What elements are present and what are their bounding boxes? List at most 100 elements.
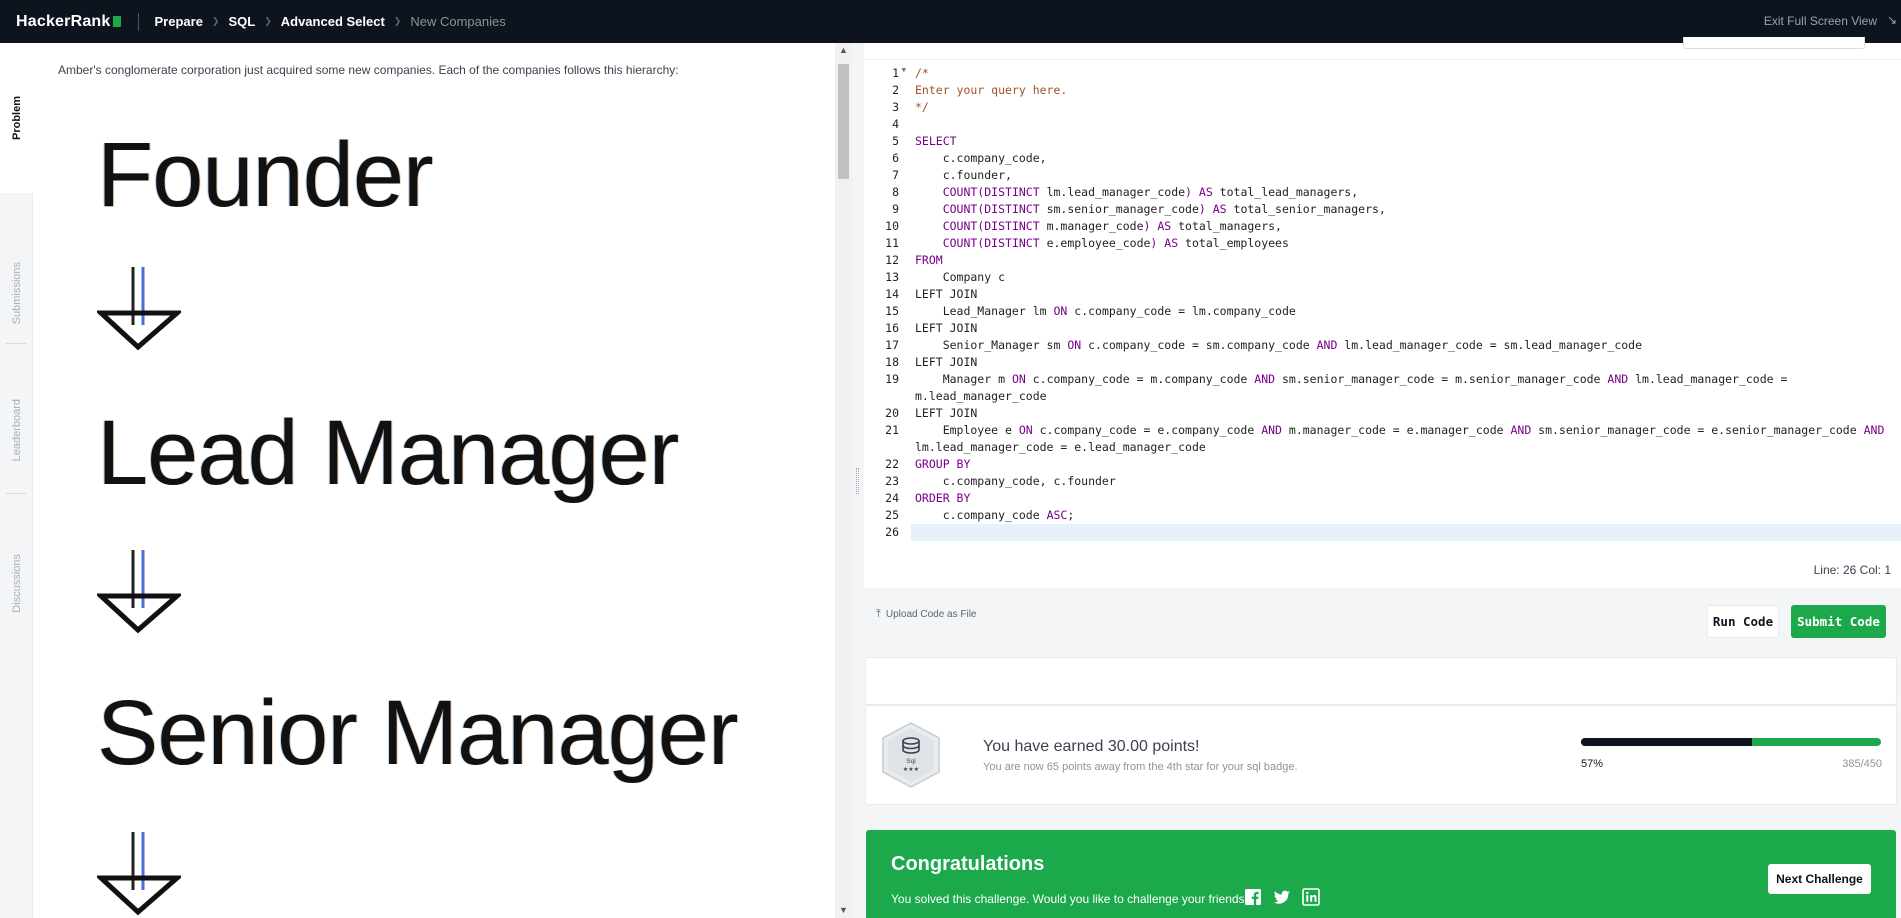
badge-label: Sql bbox=[906, 758, 916, 765]
code-line: LEFT JOIN bbox=[915, 406, 978, 420]
exit-full-screen-link[interactable]: Exit Full Screen View bbox=[1764, 14, 1877, 28]
code-line: Senior_Manager sm ON c.company_code = sm… bbox=[915, 338, 1643, 352]
code-line: Lead_Manager lm ON c.company_code = lm.c… bbox=[915, 304, 1296, 318]
result-header-card bbox=[865, 657, 1897, 705]
code-line: LEFT JOIN bbox=[915, 287, 978, 301]
linkedin-icon[interactable] bbox=[1302, 888, 1320, 906]
line-number: 26 bbox=[885, 525, 899, 539]
scroll-down-icon[interactable]: ▼ bbox=[839, 905, 848, 915]
line-number: 15 bbox=[885, 304, 899, 318]
code-line: COUNT(DISTINCT sm.senior_manager_code) A… bbox=[942, 202, 1386, 216]
facebook-icon[interactable] bbox=[1244, 888, 1262, 906]
down-arrow-icon bbox=[97, 832, 181, 916]
code-editor[interactable]: 1 ▼ 2 3 4 5 6 7 8 9 10 11 12 13 14 15 16 17 18 19 20 21 22 23 24… bbox=[864, 37, 1901, 588]
drag-handle-icon[interactable] bbox=[856, 468, 859, 494]
tab-problem[interactable]: Problem bbox=[0, 43, 33, 193]
line-number: 20 bbox=[885, 406, 899, 420]
hackerrank-logo[interactable]: HackerRank bbox=[16, 13, 121, 31]
problem-intro: Amber's conglomerate corporation just ac… bbox=[58, 63, 679, 77]
collapse-icon[interactable]: ↘ bbox=[1887, 13, 1897, 27]
scroll-up-icon[interactable]: ▲ bbox=[839, 45, 848, 55]
badge-progress-bar bbox=[1581, 738, 1881, 746]
code-line: LEFT JOIN bbox=[915, 355, 978, 369]
code-line: c.founder, bbox=[915, 168, 1012, 182]
line-number: 19 bbox=[885, 372, 899, 386]
tab-discussions[interactable]: Discussions bbox=[0, 513, 33, 653]
progress-percent: 57% bbox=[1581, 758, 1604, 770]
line-number: 22 bbox=[885, 457, 899, 471]
editor-action-bar: ⤒ Upload Code as File Run Code Submit Co… bbox=[864, 588, 1901, 658]
points-card: Sql ★★★ You have earned 30.00 points! Yo… bbox=[865, 705, 1897, 805]
chevron-right-icon: ❯ bbox=[264, 16, 272, 26]
tab-leaderboard[interactable]: Leaderboard bbox=[0, 363, 33, 498]
code-line: Employee e ON c.company_code = e.company… bbox=[915, 423, 1885, 437]
editor-toolbar bbox=[864, 37, 1901, 60]
line-number: 21 bbox=[885, 423, 899, 437]
language-select[interactable] bbox=[1683, 37, 1865, 49]
progress-score: 385/450 bbox=[1842, 758, 1882, 770]
breadcrumb-sql[interactable]: SQL bbox=[228, 14, 255, 29]
line-number: 16 bbox=[885, 321, 899, 335]
code-line: c.company_code ASC; bbox=[915, 508, 1075, 522]
code-line: Company c bbox=[915, 270, 1006, 284]
svg-text:★★★: ★★★ bbox=[903, 766, 919, 773]
down-arrow-icon bbox=[97, 267, 181, 351]
code-line: LEFT JOIN bbox=[915, 321, 978, 335]
code-line: COUNT(DISTINCT m.manager_code) AS total_… bbox=[942, 219, 1282, 233]
breadcrumb: Prepare ❯ SQL ❯ Advanced Select ❯ New Co… bbox=[155, 14, 506, 29]
down-arrow-icon bbox=[97, 550, 181, 634]
line-number: 11 bbox=[885, 236, 899, 250]
nav-divider bbox=[137, 12, 139, 31]
progress-fill bbox=[1581, 738, 1752, 746]
line-number: 17 bbox=[885, 338, 899, 352]
line-number: 2 bbox=[892, 83, 899, 97]
scrollbar-thumb[interactable] bbox=[838, 64, 849, 179]
line-number: 9 bbox=[892, 202, 899, 216]
congrats-title: Congratulations bbox=[891, 853, 1045, 875]
upload-code-link[interactable]: ⤒ Upload Code as File bbox=[876, 608, 976, 621]
twitter-icon[interactable] bbox=[1273, 888, 1291, 906]
logo-square-icon bbox=[112, 16, 121, 27]
code-line: c.company_code, c.founder bbox=[915, 474, 1116, 488]
line-number: 4 bbox=[892, 117, 899, 131]
tab-divider bbox=[6, 343, 26, 344]
line-number: 5 bbox=[892, 134, 899, 148]
chevron-right-icon: ❯ bbox=[211, 16, 220, 26]
fold-toggle-icon[interactable]: ▼ bbox=[902, 66, 906, 74]
top-nav: HackerRank Prepare ❯ SQL ❯ Advanced Sele… bbox=[0, 0, 1901, 43]
code-line: c.company_code, bbox=[915, 151, 1047, 165]
code-line: GROUP BY bbox=[915, 457, 971, 471]
tab-discussions-label: Discussions bbox=[10, 553, 23, 613]
code-line: SELECT bbox=[915, 134, 957, 148]
cursor-status: Line: 26 Col: 1 bbox=[1813, 563, 1891, 577]
congrats-subtitle: You solved this challenge. Would you lik… bbox=[891, 892, 1252, 906]
problem-scrollbar[interactable]: ▲ ▼ bbox=[835, 43, 852, 918]
panel-splitter[interactable] bbox=[852, 43, 864, 918]
next-challenge-button[interactable]: Next Challenge bbox=[1768, 864, 1871, 894]
submit-code-button[interactable]: Submit Code bbox=[1791, 605, 1886, 638]
line-number: 8 bbox=[892, 185, 899, 199]
vertical-tab-bar: Problem Submissions Leaderboard Discussi… bbox=[0, 43, 33, 918]
breadcrumb-current: New Companies bbox=[410, 14, 506, 29]
line-number: 24 bbox=[885, 491, 899, 505]
breadcrumb-advanced-select[interactable]: Advanced Select bbox=[281, 14, 385, 29]
code-line: FROM bbox=[915, 253, 943, 267]
line-number: 12 bbox=[885, 253, 899, 267]
code-line-wrap: lm.lead_manager_code = e.lead_manager_co… bbox=[915, 440, 1206, 454]
congratulations-banner: Congratulations You solved this challeng… bbox=[866, 830, 1896, 918]
upload-icon: ⤒ bbox=[876, 608, 881, 620]
breadcrumb-prepare[interactable]: Prepare bbox=[155, 14, 203, 29]
run-code-button[interactable]: Run Code bbox=[1707, 605, 1779, 638]
code-line-active bbox=[911, 524, 1901, 541]
tab-submissions[interactable]: Submissions bbox=[0, 233, 33, 353]
chevron-right-icon: ❯ bbox=[393, 16, 402, 26]
code-line: COUNT(DISTINCT lm.lead_manager_code) AS … bbox=[942, 185, 1359, 199]
sql-badge-icon: Sql ★★★ bbox=[882, 722, 940, 788]
line-number: 3 bbox=[892, 100, 899, 114]
tab-divider bbox=[6, 493, 26, 494]
code-line: Enter your query here. bbox=[915, 83, 1068, 97]
code-line-wrap: m.lead_manager_code bbox=[915, 389, 1047, 403]
code-area[interactable]: 1 ▼ 2 3 4 5 6 7 8 9 10 11 12 13 14 15 16 17 18 19 20 21 22 23 24… bbox=[864, 61, 1901, 559]
line-number: 18 bbox=[885, 355, 899, 369]
